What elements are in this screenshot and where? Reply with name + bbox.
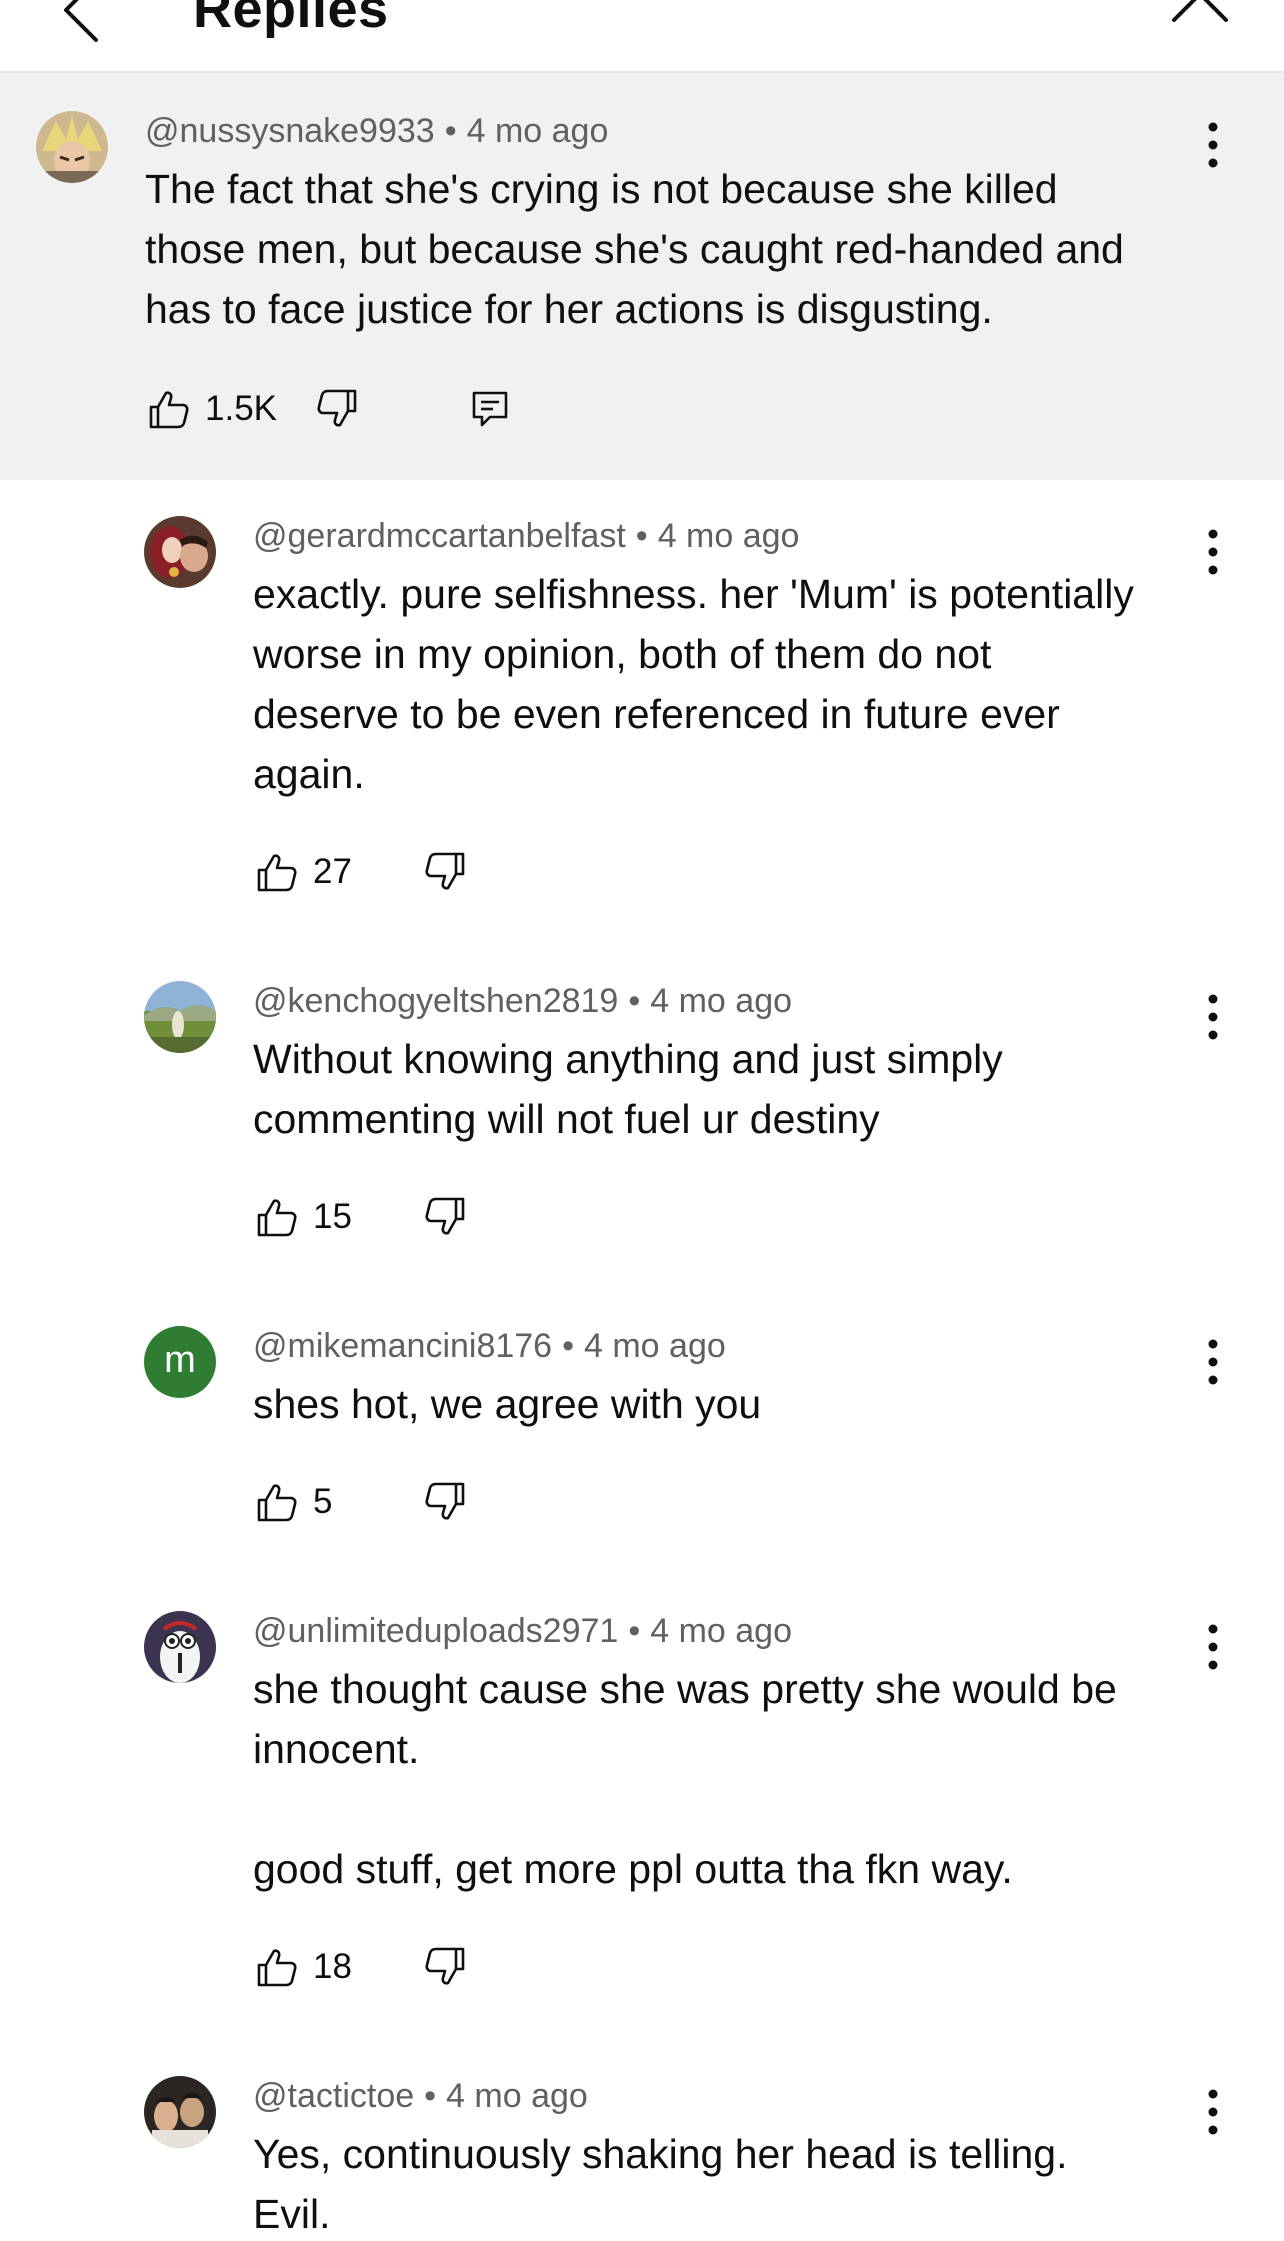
reply-comment: @tactictoe • 4 mo ago Yes, continuously sh… bbox=[0, 2040, 1284, 2241]
comment-text: shes hot, we agree with you bbox=[253, 1381, 762, 1427]
replies-header: Replies bbox=[0, 0, 1284, 73]
like-count: 5 bbox=[313, 1482, 333, 1521]
comment-time: 4 mo ago bbox=[650, 1612, 792, 1650]
comment-author[interactable]: @mikemancini8176 bbox=[253, 1327, 552, 1365]
like-icon[interactable] bbox=[255, 1480, 299, 1524]
comment-time: 4 mo ago bbox=[584, 1327, 726, 1365]
reply-comment: m @mikemancini8176 • 4 mo ago shes hot, we… bbox=[0, 1290, 1284, 1575]
like-count: 1.5K bbox=[205, 389, 277, 428]
comment-author[interactable]: @nussysnake9933 bbox=[145, 112, 435, 150]
dislike-icon[interactable] bbox=[423, 1195, 467, 1239]
comment-meta: @nussysnake9933 • 4 mo ago bbox=[145, 112, 609, 150]
comment-actions: 1.5K bbox=[145, 379, 645, 439]
comment-meta: @mikemancini8176 • 4 mo ago bbox=[253, 1327, 726, 1365]
comment-meta: @kenchogyeltshen2819 • 4 mo ago bbox=[253, 982, 793, 1020]
avatar[interactable] bbox=[144, 2076, 216, 2148]
comment-author[interactable]: @unlimiteduploads2971 bbox=[253, 1612, 618, 1650]
avatar-letter: m bbox=[164, 1339, 196, 1381]
comment-text: Without knowing anything and just simply… bbox=[253, 1036, 1003, 1142]
reply-comment: @gerardmccartanbelfast • 4 mo ago exactly.… bbox=[0, 480, 1284, 945]
dislike-icon[interactable] bbox=[315, 387, 359, 431]
like-icon[interactable] bbox=[255, 1945, 299, 1989]
comment-author[interactable]: @gerardmccartanbelfast bbox=[253, 517, 626, 555]
avatar[interactable] bbox=[36, 111, 108, 183]
like-count: 15 bbox=[313, 1197, 352, 1236]
page-title: Replies bbox=[193, 0, 389, 39]
comment-author[interactable]: @kenchogyeltshen2819 bbox=[253, 982, 618, 1020]
comment-time: 4 mo ago bbox=[650, 982, 793, 1020]
dislike-icon[interactable] bbox=[423, 850, 467, 894]
comment-actions: 18 bbox=[253, 1937, 553, 1997]
comment-text: exactly. pure selfishness. her 'Mum' is … bbox=[253, 571, 1134, 797]
avatar[interactable]: m bbox=[144, 1326, 216, 1398]
comment-time: 4 mo ago bbox=[446, 2077, 588, 2115]
comment-actions: 5 bbox=[253, 1472, 553, 1532]
comment-actions: 27 bbox=[253, 842, 553, 902]
avatar[interactable] bbox=[144, 981, 216, 1053]
chevron-left-icon[interactable] bbox=[56, 0, 146, 50]
dislike-icon[interactable] bbox=[423, 1945, 467, 1989]
like-count: 27 bbox=[313, 852, 352, 891]
comment-actions: 15 bbox=[253, 1187, 553, 1247]
like-icon[interactable] bbox=[255, 1195, 299, 1239]
comment-text: Yes, continuously shaking her head is te… bbox=[253, 2131, 1068, 2237]
parent-comment: @nussysnake9933 • 4 mo ago The fact that s… bbox=[0, 73, 1284, 480]
comment-meta: @unlimiteduploads2971 • 4 mo ago bbox=[253, 1612, 792, 1650]
comment-meta: @gerardmccartanbelfast • 4 mo ago bbox=[253, 517, 800, 555]
reply-icon[interactable] bbox=[468, 387, 512, 431]
avatar[interactable] bbox=[144, 1611, 216, 1683]
comment-meta: @tactictoe • 4 mo ago bbox=[253, 2077, 588, 2115]
reply-comment: @kenchogyeltshen2819 • 4 mo ago Without kn… bbox=[0, 945, 1284, 1290]
comment-time: 4 mo ago bbox=[657, 517, 800, 555]
comment-text: The fact that she's crying is not becaus… bbox=[145, 166, 1124, 332]
dislike-icon[interactable] bbox=[423, 1480, 467, 1524]
close-icon[interactable] bbox=[1168, 0, 1232, 26]
like-icon[interactable] bbox=[147, 387, 191, 431]
like-count: 18 bbox=[313, 1947, 352, 1986]
comment-text: she thought cause she was pretty she wou… bbox=[253, 1666, 1117, 1892]
like-icon[interactable] bbox=[255, 850, 299, 894]
reply-comment: @unlimiteduploads2971 • 4 mo ago she thoug… bbox=[0, 1575, 1284, 2040]
comment-author[interactable]: @tactictoe bbox=[253, 2077, 414, 2115]
comment-time: 4 mo ago bbox=[466, 112, 609, 150]
avatar[interactable] bbox=[144, 516, 216, 588]
